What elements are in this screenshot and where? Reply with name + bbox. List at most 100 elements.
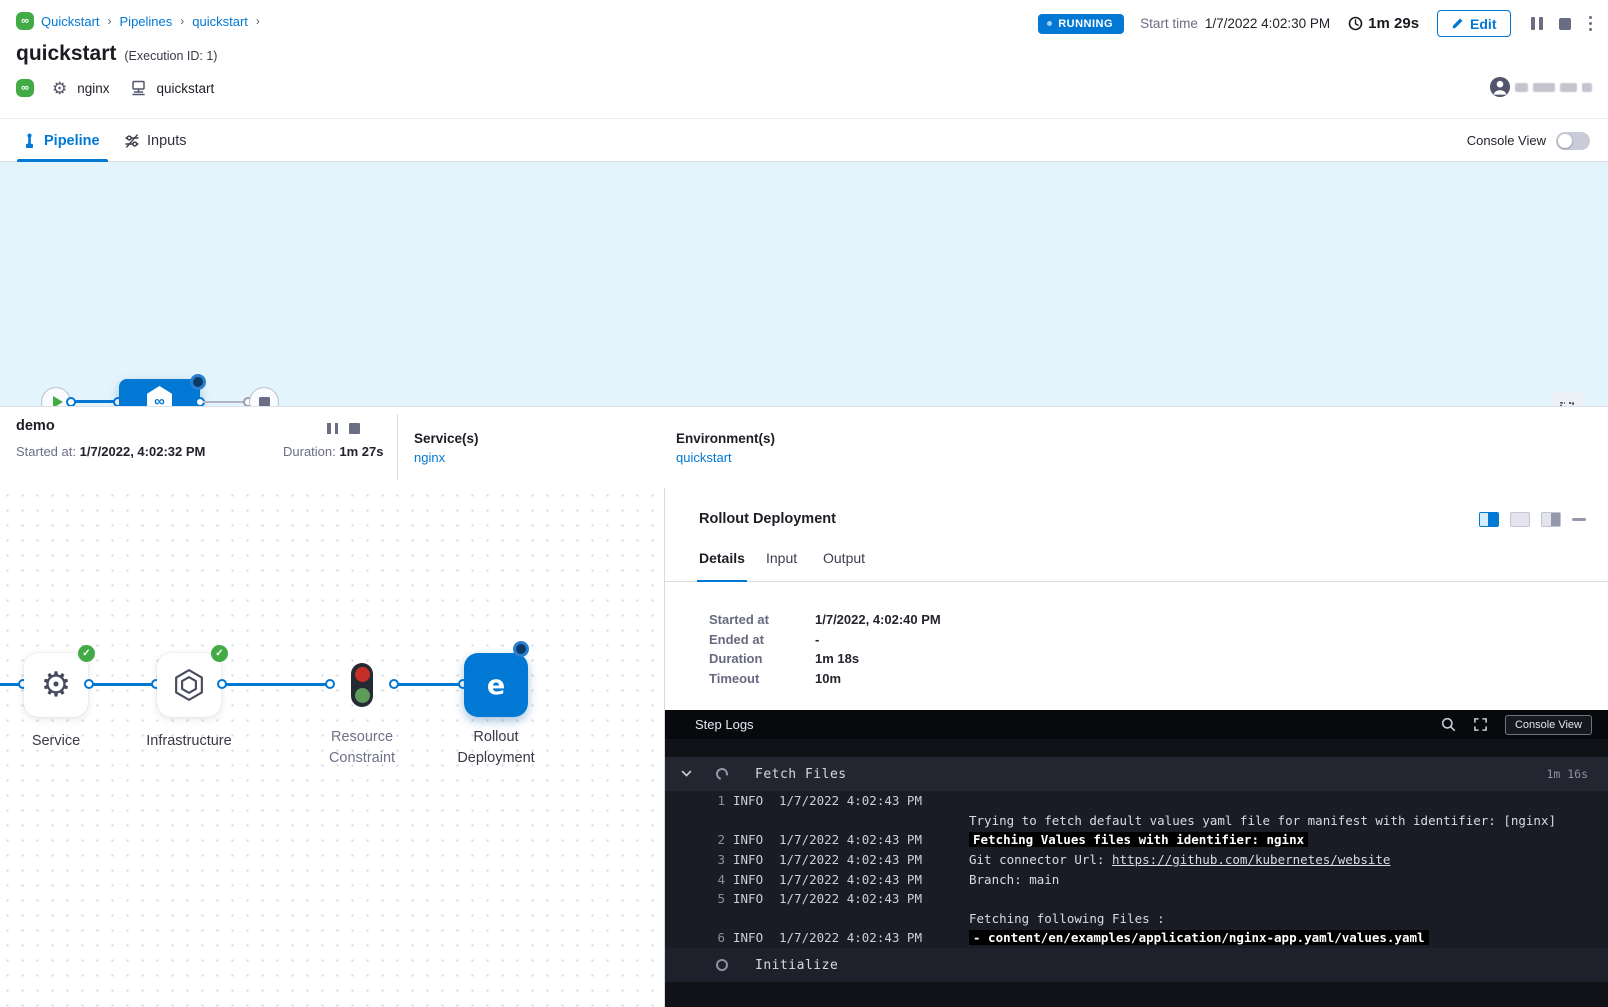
log-line: 1 INFO 1/7/2022 4:02:43 PM	[665, 791, 1608, 811]
expand-logs-icon[interactable]	[1473, 717, 1488, 732]
clock-icon	[1348, 16, 1363, 31]
step-connector-dot	[389, 679, 399, 689]
detail-row: Timeout 10m	[709, 669, 941, 689]
panel-minimize-button[interactable]	[1572, 518, 1586, 521]
traffic-green-light	[355, 688, 370, 703]
edge-stage-to-end	[203, 401, 248, 403]
pipeline-icon	[22, 133, 37, 149]
console-view-label: Console View	[1467, 133, 1546, 148]
stage-pause-button[interactable]	[327, 423, 338, 434]
redacted-username-block	[1582, 83, 1592, 92]
log-section-initialize[interactable]: Initialize	[665, 948, 1608, 982]
stage-started-at: Started at: 1/7/2022, 4:02:32 PM	[16, 444, 205, 459]
tab-pipeline[interactable]: Pipeline	[22, 119, 100, 162]
step-graph-canvas[interactable]: ⚙ ✓ ✓ e	[0, 488, 664, 1007]
stage-stop-button[interactable]	[349, 423, 360, 434]
detail-value: -	[815, 632, 819, 647]
log-line: 4 INFO 1/7/2022 4:02:43 PM Branch: main	[665, 869, 1608, 889]
panel-layout-switcher	[1479, 512, 1586, 527]
hexagon-icon	[172, 668, 206, 702]
section-title: Fetch Files	[755, 767, 847, 782]
logs-console-view-button[interactable]: Console View	[1505, 715, 1592, 735]
layout-split-view-button[interactable]	[1479, 512, 1499, 527]
detail-row: Ended at -	[709, 630, 941, 650]
breadcrumb-link-project[interactable]: Quickstart	[41, 14, 100, 29]
service-link[interactable]: nginx	[414, 450, 445, 465]
detail-label: Started at	[709, 612, 815, 627]
stage-graph-canvas[interactable]: ∞ demo + −	[0, 162, 1608, 406]
search-icon[interactable]	[1441, 717, 1456, 732]
success-check-icon: ✓	[78, 645, 95, 662]
detail-value: 1m 18s	[815, 651, 859, 666]
cd-module-icon: ∞	[16, 79, 34, 97]
log-lines: 1 INFO 1/7/2022 4:02:43 PM Trying to fet…	[665, 791, 1608, 948]
pipeline-execution-page: ∞ Quickstart › Pipelines › quickstart › …	[0, 0, 1608, 1007]
step-edge	[89, 683, 156, 686]
abort-execution-button[interactable]	[1559, 18, 1571, 30]
layout-bottom-view-button[interactable]	[1510, 512, 1530, 527]
title-row: quickstart (Execution ID: 1)	[16, 42, 217, 66]
service-chip[interactable]: nginx	[77, 81, 109, 96]
service-gear-icon: ⚙	[52, 80, 67, 97]
page-title: quickstart	[16, 42, 116, 66]
person-icon	[1490, 77, 1510, 97]
detail-label: Duration	[709, 651, 815, 666]
step-panel-tabs: Details Input Output	[665, 550, 1608, 582]
status-badge: RUNNING	[1038, 14, 1124, 34]
pause-execution-button[interactable]	[1531, 17, 1543, 30]
environment-link[interactable]: quickstart	[676, 450, 732, 465]
stage-summary-bar: demo Started at: 1/7/2022, 4:02:32 PM Du…	[0, 406, 1608, 488]
log-section-fetch-files[interactable]: Fetch Files 1m 16s	[665, 757, 1608, 791]
section-title: Initialize	[755, 958, 838, 973]
chevron-down-icon	[681, 770, 692, 778]
view-tabbar: Pipeline Inputs Console View	[0, 118, 1608, 162]
step-panel-title: Rollout Deployment	[699, 511, 836, 527]
tab-output[interactable]: Output	[823, 550, 865, 581]
step-label-infrastructure[interactable]: Infrastructure	[129, 731, 249, 752]
step-label-resource-constraint[interactable]: Resource Constraint	[302, 727, 422, 769]
breadcrumb-link-pipeline[interactable]: quickstart	[192, 14, 248, 29]
divider	[397, 414, 398, 480]
detail-value: 1/7/2022, 4:02:40 PM	[815, 612, 941, 627]
redacted-username-block	[1560, 83, 1577, 92]
execution-actions: RUNNING Start time 1/7/2022 4:02:30 PM 1…	[1038, 10, 1594, 37]
tab-details[interactable]: Details	[699, 550, 745, 581]
stage-name: demo	[16, 418, 55, 434]
step-node-service[interactable]: ⚙	[24, 653, 88, 717]
tab-inputs[interactable]: Inputs	[124, 119, 187, 162]
console-spacer	[665, 739, 1608, 757]
running-spinner-badge	[513, 641, 529, 657]
execution-detail-split: ⚙ ✓ ✓ e	[0, 488, 1608, 1007]
log-line-continuation: Fetching following Files :	[665, 909, 1608, 929]
edit-button[interactable]: Edit	[1437, 10, 1510, 37]
step-label-service[interactable]: Service	[6, 731, 106, 752]
breadcrumb-separator: ›	[256, 14, 260, 28]
log-line: 6 INFO 1/7/2022 4:02:43 PM - content/en/…	[665, 928, 1608, 948]
start-time-value: 1/7/2022 4:02:30 PM	[1205, 16, 1330, 31]
log-link[interactable]: https://github.com/kubernetes/website	[1112, 852, 1390, 867]
tab-input[interactable]: Input	[766, 550, 797, 581]
console-view-control: Console View	[1467, 119, 1590, 162]
step-node-rollout-deployment[interactable]: e	[464, 653, 528, 717]
section-duration: 1m 16s	[1546, 767, 1588, 781]
user-avatar	[1490, 77, 1510, 97]
detail-label: Ended at	[709, 632, 815, 647]
console-view-toggle[interactable]	[1556, 132, 1590, 150]
step-node-resource-constraint[interactable]	[351, 663, 373, 707]
layout-right-view-button[interactable]	[1541, 512, 1561, 527]
breadcrumb-link-pipelines[interactable]: Pipelines	[120, 14, 173, 29]
more-options-button[interactable]	[1587, 14, 1595, 34]
step-label-rollout-deployment[interactable]: Rollout Deployment	[436, 727, 556, 769]
step-logs-title: Step Logs	[695, 717, 754, 732]
breadcrumb-separator: ›	[108, 14, 112, 28]
section-pending-icon	[716, 959, 728, 971]
pencil-icon	[1451, 17, 1464, 30]
log-console[interactable]: Fetch Files 1m 16s 1 INFO 1/7/2022 4:02:…	[665, 739, 1608, 1007]
environment-chip[interactable]: quickstart	[157, 81, 215, 96]
step-detail-panel: Rollout Deployment Details Input Output …	[664, 488, 1608, 1007]
start-time-label: Start time	[1140, 16, 1198, 31]
section-running-spinner-icon	[714, 766, 730, 782]
step-node-infrastructure[interactable]	[157, 653, 221, 717]
step-details-table: Started at 1/7/2022, 4:02:40 PM Ended at…	[709, 610, 941, 688]
edge-connector-dot	[66, 397, 76, 407]
